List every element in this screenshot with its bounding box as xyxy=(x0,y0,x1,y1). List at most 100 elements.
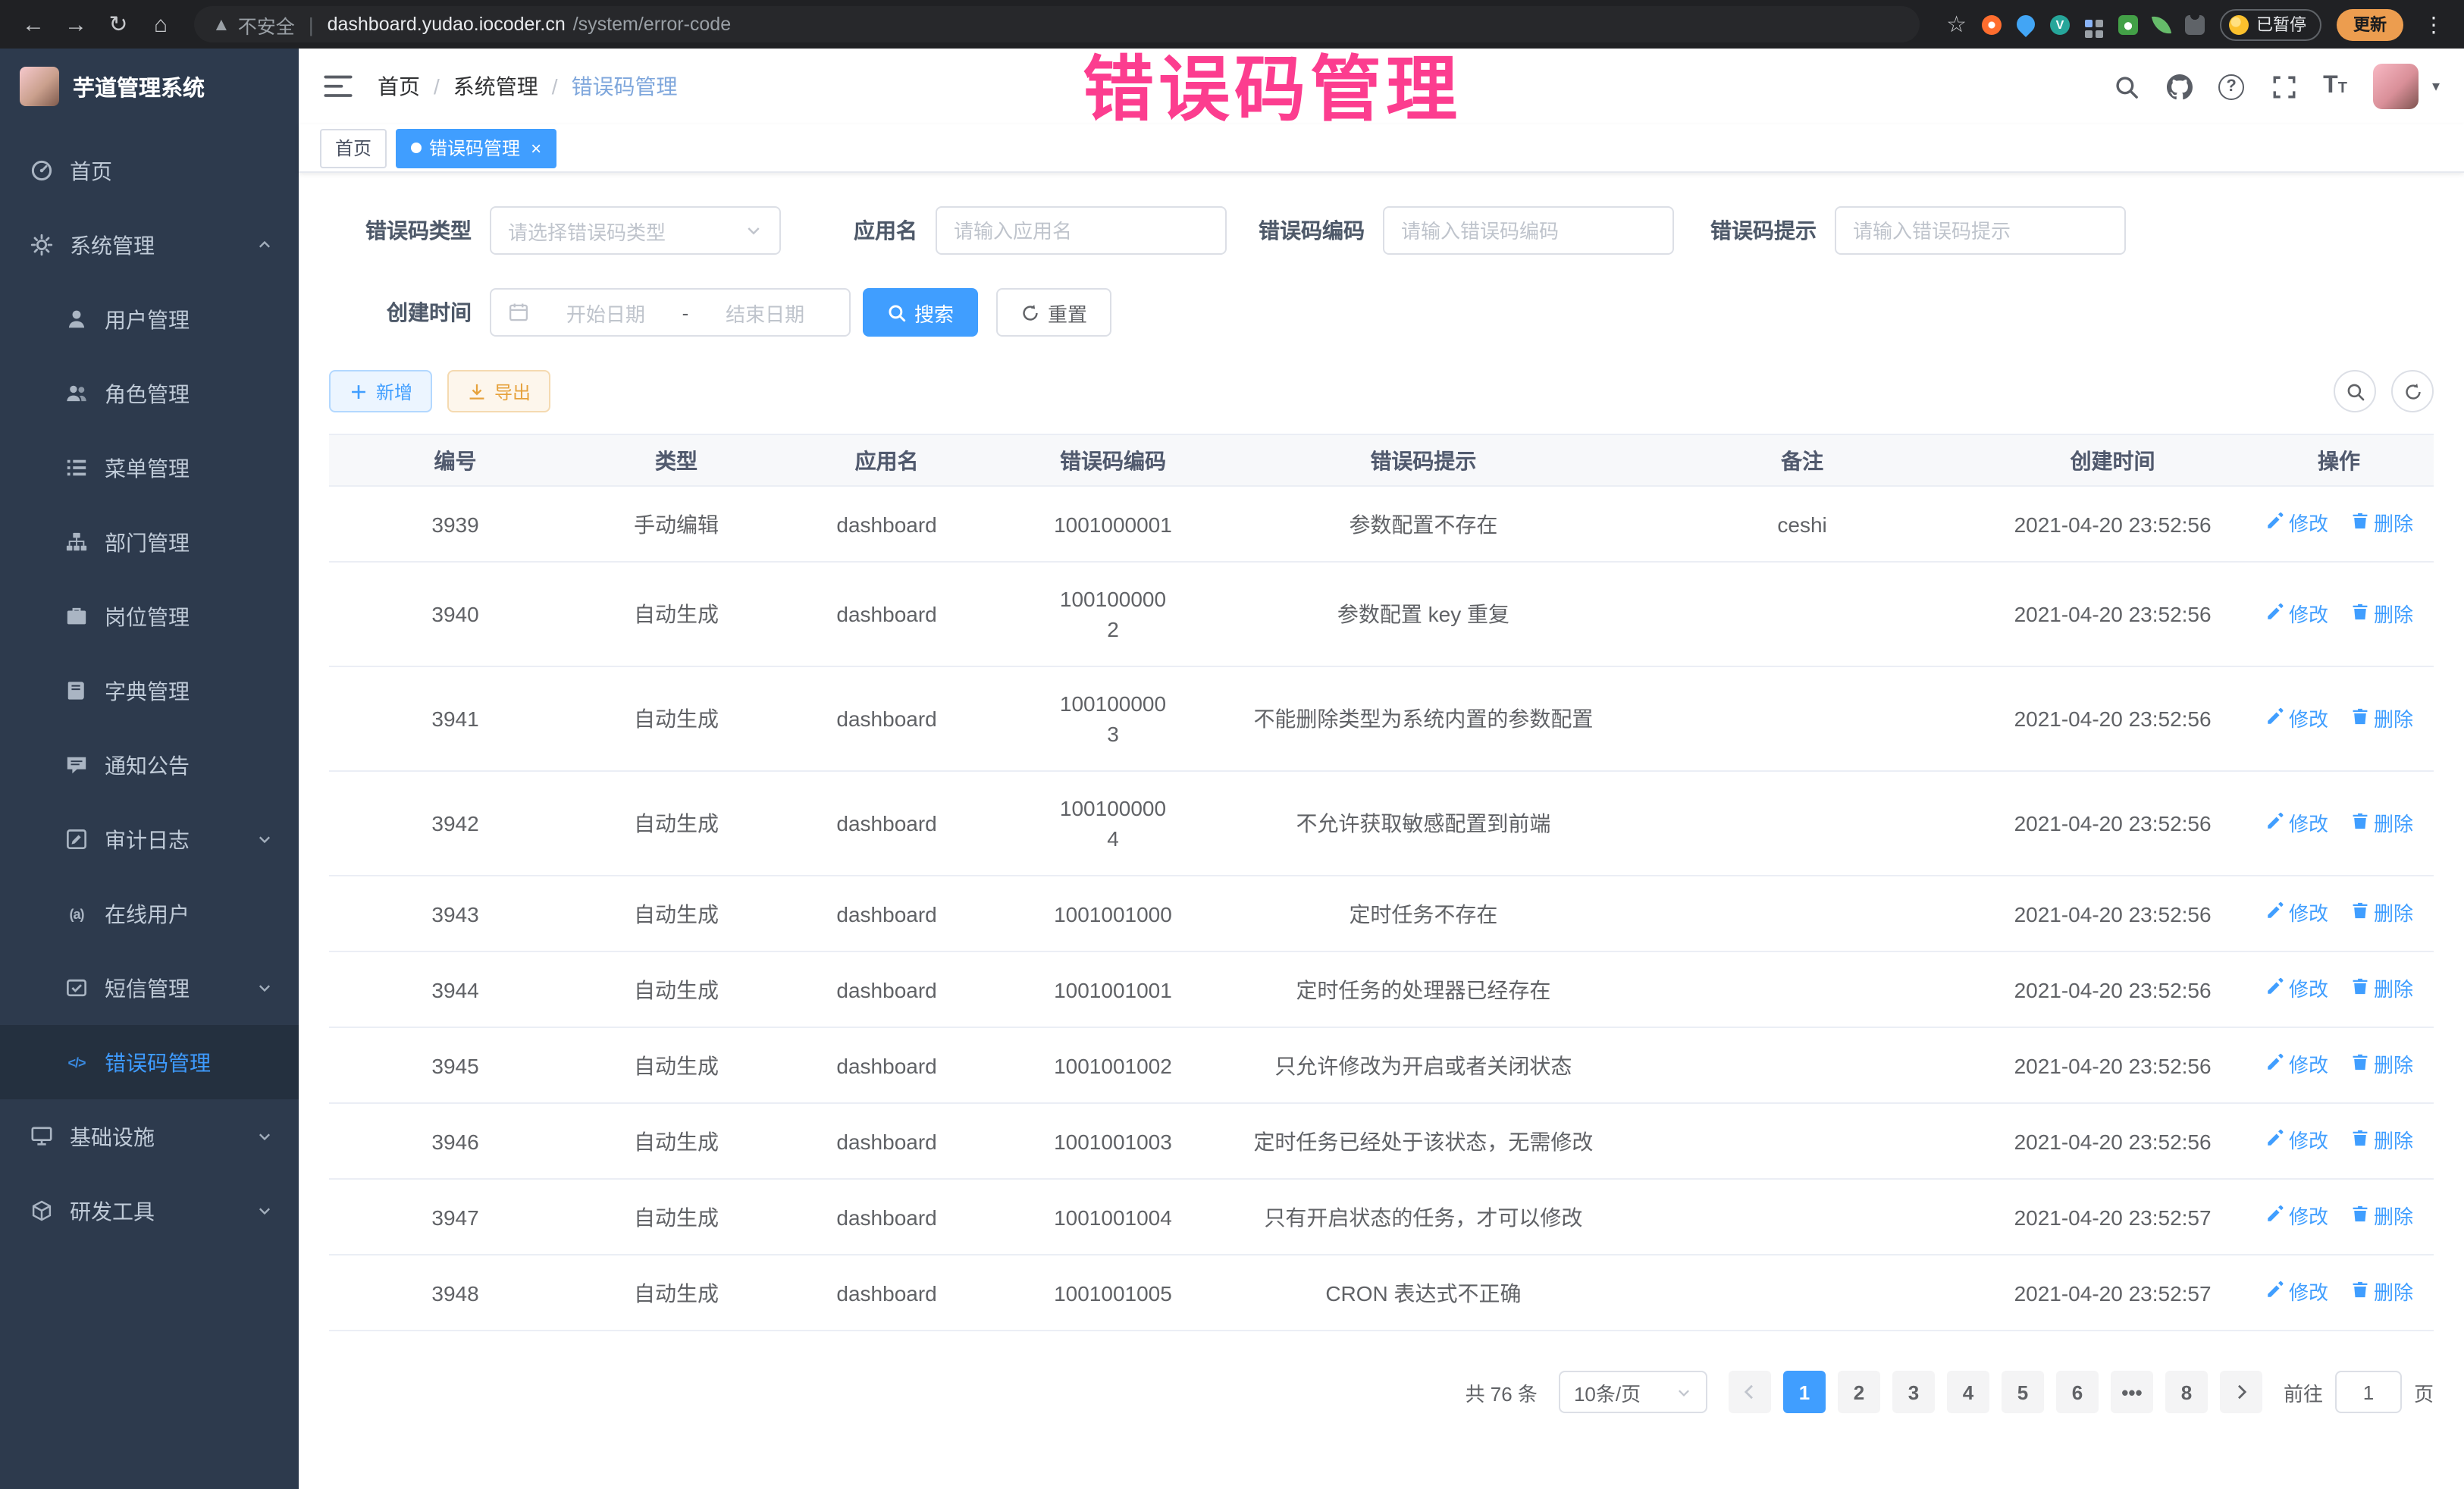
edit-link[interactable]: 修改 xyxy=(2265,600,2328,630)
toggle-search-button[interactable] xyxy=(2334,370,2376,412)
delete-link[interactable]: 删除 xyxy=(2350,1202,2413,1233)
hamburger-icon[interactable] xyxy=(323,71,353,102)
add-button[interactable]: 新增 xyxy=(329,370,432,412)
delete-link[interactable]: 删除 xyxy=(2350,704,2413,735)
page-button-5[interactable]: 5 xyxy=(2002,1371,2044,1413)
breadcrumb-item[interactable]: 系统管理 xyxy=(453,71,538,102)
page-button-8[interactable]: 8 xyxy=(2165,1371,2208,1413)
column-header: 应用名 xyxy=(771,434,1002,486)
delete-link[interactable]: 删除 xyxy=(2350,1051,2413,1081)
page-button-1[interactable]: 1 xyxy=(1783,1371,1826,1413)
sidebar-item-online-users[interactable]: (a)在线用户 xyxy=(0,876,299,951)
sidebar-item-dept-management[interactable]: 部门管理 xyxy=(0,505,299,579)
delete-link[interactable]: 删除 xyxy=(2350,809,2413,839)
browser-forward-icon[interactable]: → xyxy=(58,6,94,42)
fullscreen-icon[interactable] xyxy=(2270,73,2297,100)
browser-menu-icon[interactable]: ⋮ xyxy=(2419,11,2449,37)
tab-error-code[interactable]: 错误码管理× xyxy=(396,128,556,168)
edit-link[interactable]: 修改 xyxy=(2265,809,2328,839)
export-button-label: 导出 xyxy=(494,378,531,404)
export-button[interactable]: 导出 xyxy=(447,370,550,412)
sidebar-item-error-code-management[interactable]: </>错误码管理 xyxy=(0,1025,299,1099)
extension-green-icon[interactable] xyxy=(2118,14,2138,34)
sidebar-item-label: 研发工具 xyxy=(70,1196,155,1226)
cell-code: 1001001002 xyxy=(1002,1027,1223,1103)
sidebar-item-notice-announcement[interactable]: 通知公告 xyxy=(0,728,299,802)
page-button-4[interactable]: 4 xyxy=(1947,1371,1989,1413)
edit-link[interactable]: 修改 xyxy=(2265,704,2328,735)
help-icon[interactable]: ? xyxy=(2218,74,2244,99)
sidebar-item-infrastructure[interactable]: 基础设施 xyxy=(0,1099,299,1174)
table-row: 3941自动生成dashboard100100000 3不能删除类型为系统内置的… xyxy=(329,666,2434,771)
paused-pill-button[interactable]: 已暂停 xyxy=(2220,8,2321,40)
goto-page-input[interactable] xyxy=(2335,1371,2402,1413)
sidebar-item-system-management[interactable]: 系统管理 xyxy=(0,208,299,282)
tab-home[interactable]: 首页 xyxy=(320,128,387,168)
delete-link[interactable]: 删除 xyxy=(2350,1127,2413,1157)
browser-back-icon[interactable]: ← xyxy=(15,6,52,42)
next-page-button[interactable] xyxy=(2220,1371,2262,1413)
github-icon[interactable] xyxy=(2165,73,2193,100)
app-logo[interactable]: 芋道管理系统 xyxy=(0,49,299,124)
page-button-6[interactable]: 6 xyxy=(2056,1371,2099,1413)
cell-actions: 修改删除 xyxy=(2244,486,2434,562)
user-avatar[interactable] xyxy=(2373,64,2419,109)
sidebar-item-audit-log[interactable]: 审计日志 xyxy=(0,802,299,876)
filter-code-input[interactable] xyxy=(1383,206,1674,255)
extension-v-icon[interactable]: V xyxy=(2050,14,2070,34)
extension-orange-icon[interactable] xyxy=(1982,14,2002,34)
browser-update-button[interactable]: 更新 xyxy=(2337,8,2403,40)
date-range-picker[interactable]: 开始日期 - 结束日期 xyxy=(490,288,851,337)
search-button[interactable]: 搜索 xyxy=(863,288,978,337)
extension-leaf-icon[interactable] xyxy=(2152,13,2171,35)
page-button-3[interactable]: 3 xyxy=(1892,1371,1935,1413)
sidebar-item-user-management[interactable]: 用户管理 xyxy=(0,282,299,356)
prev-page-button[interactable] xyxy=(1729,1371,1771,1413)
sidebar-item-menu-management[interactable]: 菜单管理 xyxy=(0,431,299,505)
filter-type-select[interactable]: 请选择错误码类型 xyxy=(490,206,781,255)
refresh-button[interactable] xyxy=(2391,370,2434,412)
delete-link[interactable]: 删除 xyxy=(2350,1278,2413,1309)
extension-drop-icon[interactable] xyxy=(2013,11,2039,37)
more-pages-button[interactable]: ••• xyxy=(2111,1371,2153,1413)
cell-hint: 只有开启状态的任务，才可以修改 xyxy=(1224,1179,1623,1255)
extensions-puzzle-icon[interactable] xyxy=(2185,14,2205,34)
sidebar-item-sms-management[interactable]: 短信管理 xyxy=(0,951,299,1025)
edit-link[interactable]: 修改 xyxy=(2265,975,2328,1005)
edit-link[interactable]: 修改 xyxy=(2265,1127,2328,1157)
sidebar-item-dev-tools[interactable]: 研发工具 xyxy=(0,1174,299,1248)
delete-link[interactable]: 删除 xyxy=(2350,509,2413,540)
browser-chrome: ← → ↻ ⌂ ▲ 不安全 | dashboard.yudao.iocoder.… xyxy=(0,0,2464,49)
page-button-2[interactable]: 2 xyxy=(1838,1371,1880,1413)
table-row: 3944自动生成dashboard1001001001定时任务的处理器已经存在2… xyxy=(329,951,2434,1027)
browser-reload-icon[interactable]: ↻ xyxy=(100,6,136,42)
sidebar-item-post-management[interactable]: 岗位管理 xyxy=(0,579,299,654)
edit-link[interactable]: 修改 xyxy=(2265,1278,2328,1309)
extension-grid-icon[interactable] xyxy=(2085,20,2093,27)
edit-link[interactable]: 修改 xyxy=(2265,509,2328,540)
avatar-caret-icon[interactable]: ▾ xyxy=(2432,78,2440,95)
sidebar-item-dict-management[interactable]: 字典管理 xyxy=(0,654,299,728)
reset-button[interactable]: 重置 xyxy=(996,288,1111,337)
delete-link[interactable]: 删除 xyxy=(2350,899,2413,929)
sidebar-item-home[interactable]: 首页 xyxy=(0,133,299,208)
edit-link[interactable]: 修改 xyxy=(2265,899,2328,929)
filter-hint-input[interactable] xyxy=(1835,206,2126,255)
address-bar[interactable]: ▲ 不安全 | dashboard.yudao.iocoder.cn/syste… xyxy=(194,6,1919,42)
edit-link[interactable]: 修改 xyxy=(2265,1051,2328,1081)
sidebar-item-role-management[interactable]: 角色管理 xyxy=(0,356,299,431)
edit-link[interactable]: 修改 xyxy=(2265,1202,2328,1233)
breadcrumb-item[interactable]: 首页 xyxy=(378,71,420,102)
filter-app-label: 应用名 xyxy=(781,215,936,246)
font-size-icon[interactable]: TT xyxy=(2323,74,2347,99)
browser-home-icon[interactable]: ⌂ xyxy=(143,6,179,42)
search-icon[interactable] xyxy=(2112,73,2140,100)
filter-app-input[interactable] xyxy=(936,206,1227,255)
delete-link[interactable]: 删除 xyxy=(2350,975,2413,1005)
bookmark-star-icon[interactable]: ☆ xyxy=(1946,11,1967,38)
delete-link[interactable]: 删除 xyxy=(2350,600,2413,630)
page-size-select[interactable]: 10条/页 xyxy=(1559,1371,1707,1413)
tab-close-icon[interactable]: × xyxy=(531,137,541,158)
cell-app: dashboard xyxy=(771,1027,1002,1103)
add-button-label: 新增 xyxy=(376,378,412,404)
